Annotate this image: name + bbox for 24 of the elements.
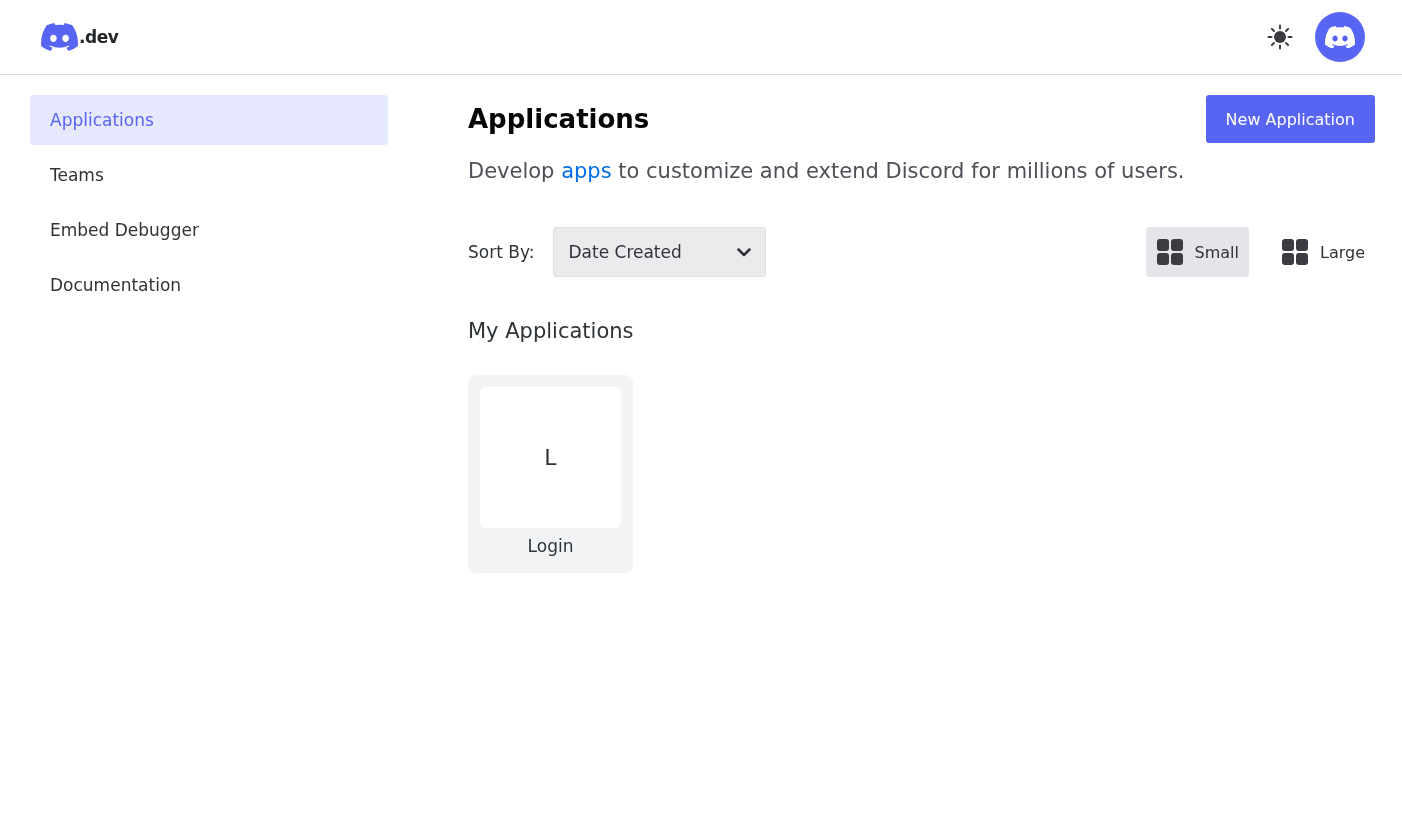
app-card[interactable]: L Login — [468, 375, 633, 573]
view-toggle[interactable]: Large — [1271, 227, 1375, 277]
new-application-button[interactable]: New Application — [1205, 95, 1375, 143]
section-title: My Applications — [468, 319, 635, 343]
app-icon: L — [480, 387, 621, 528]
sidebar-item[interactable]: Documentation — [30, 260, 388, 310]
app-name: Login — [527, 536, 574, 556]
grid-icon — [1282, 239, 1308, 265]
chevron-down-icon — [737, 247, 752, 257]
logo-icon — [41, 22, 78, 52]
sidebar-item[interactable]: Applications — [30, 95, 388, 145]
sort-label: Sort By: — [468, 242, 535, 262]
page-title: Applications — [468, 104, 650, 134]
sort-dropdown[interactable]: Date Created — [553, 227, 767, 277]
logo-text: .dev — [79, 27, 119, 47]
grid-icon — [1156, 239, 1183, 265]
sidebar-item[interactable]: Teams — [30, 150, 388, 200]
discord-icon — [1325, 25, 1355, 49]
sidebar-item[interactable]: Embed Debugger — [30, 205, 388, 255]
sun-icon[interactable] — [1267, 24, 1293, 50]
user-avatar-button[interactable] — [1315, 12, 1365, 62]
description-text: Develop apps to customize and extend Discord for millions of users. — [468, 159, 1186, 183]
apps-link[interactable]: apps — [561, 159, 612, 183]
view-toggle[interactable]: Small — [1145, 227, 1249, 277]
